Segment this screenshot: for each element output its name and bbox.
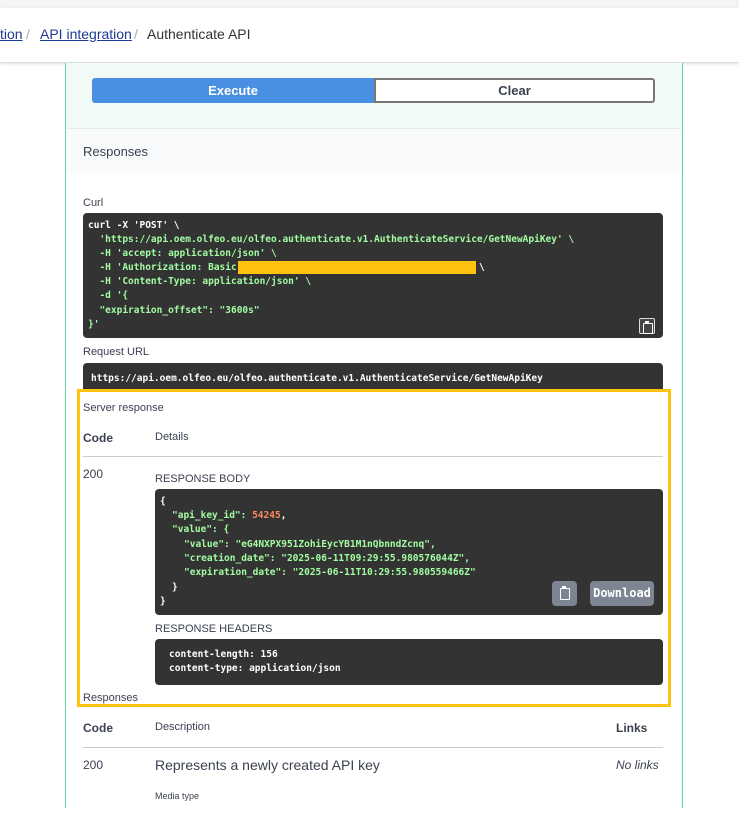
request-url-label: Request URL bbox=[83, 346, 150, 358]
copy-icon[interactable] bbox=[639, 318, 655, 334]
breadcrumb-separator: / bbox=[134, 26, 138, 42]
json-brace: } bbox=[160, 596, 166, 607]
server-response-code-header: Code bbox=[83, 431, 113, 445]
curl-line-continuation: \ bbox=[479, 262, 485, 273]
request-url-block[interactable]: https://api.oem.olfeo.eu/olfeo.authentic… bbox=[83, 363, 663, 390]
response-body-block[interactable]: { "api_key_id": 54245, "value": { "value… bbox=[155, 489, 663, 615]
server-response-label: Server response bbox=[83, 402, 164, 414]
responses-description: Represents a newly created API key bbox=[155, 757, 380, 773]
responses-header: Responses bbox=[66, 128, 681, 174]
curl-line: "expiration_offset": "3600s" bbox=[88, 305, 260, 316]
divider bbox=[83, 747, 663, 748]
responses-label: Responses bbox=[83, 692, 139, 704]
response-body-label: RESPONSE BODY bbox=[155, 473, 251, 485]
breadcrumb-item-current: Authenticate API bbox=[147, 26, 251, 42]
request-url-value: https://api.oem.olfeo.eu/olfeo.authentic… bbox=[91, 373, 543, 384]
responses-code: 200 bbox=[83, 758, 104, 772]
curl-line: -H 'Authorization: Basic bbox=[88, 262, 237, 273]
download-button[interactable]: Download bbox=[590, 581, 654, 606]
responses-code-header: Code bbox=[83, 721, 113, 735]
clear-button[interactable]: Clear bbox=[374, 78, 655, 103]
top-strip bbox=[0, 0, 739, 8]
json-brace: } bbox=[172, 582, 178, 593]
json-brace: { bbox=[160, 496, 166, 507]
json-line-api-key-id: "api_key_id": 54245, bbox=[172, 510, 287, 521]
json-line-value: "value": "eG4NXPX951ZohiEycYB1M1nQbnndZc… bbox=[184, 539, 436, 550]
responses-links-header: Links bbox=[616, 721, 648, 735]
execute-button[interactable]: Execute bbox=[92, 78, 374, 103]
header-line: content-type: application/json bbox=[169, 663, 341, 674]
curl-line: -d '{ bbox=[88, 290, 129, 301]
header-line: content-length: 156 bbox=[169, 649, 278, 660]
response-headers-block[interactable]: content-length: 156 content-type: applic… bbox=[155, 639, 663, 685]
responses-title: Responses bbox=[83, 144, 149, 159]
breadcrumb-item-api-integration[interactable]: API integration bbox=[40, 26, 132, 42]
curl-line: -H 'Content-Type: application/json' \ bbox=[88, 276, 312, 287]
redaction-mark bbox=[238, 261, 476, 274]
breadcrumb: tion / API integration / Authenticate AP… bbox=[0, 8, 739, 63]
breadcrumb-separator: / bbox=[26, 26, 30, 42]
response-code: 200 bbox=[83, 467, 104, 481]
divider bbox=[83, 456, 663, 457]
json-line-creation-date: "creation_date": "2025-06-11T09:29:55.98… bbox=[184, 553, 470, 564]
responses-links: No links bbox=[616, 758, 659, 772]
breadcrumb-item-parent[interactable]: tion bbox=[0, 26, 23, 42]
copy-icon[interactable] bbox=[552, 581, 577, 606]
execute-controls: Execute Clear bbox=[92, 78, 655, 103]
json-line-expiration-date: "expiration_date": "2025-06-11T10:29:55.… bbox=[184, 567, 476, 578]
response-headers-label: RESPONSE HEADERS bbox=[155, 623, 273, 635]
curl-line: curl -X 'POST' \ bbox=[88, 220, 180, 231]
curl-code-block[interactable]: curl -X 'POST' \ 'https://api.oem.olfeo.… bbox=[83, 213, 663, 338]
media-type-label: Media type bbox=[155, 791, 200, 801]
curl-line: }' bbox=[88, 319, 100, 330]
responses-description-header: Description bbox=[155, 721, 211, 733]
json-line-value-open: "value": { bbox=[172, 524, 230, 535]
curl-line: 'https://api.oem.olfeo.eu/olfeo.authenti… bbox=[88, 234, 575, 245]
curl-line: -H 'accept: application/json' \ bbox=[88, 248, 277, 259]
server-response-details-header: Details bbox=[155, 431, 189, 443]
curl-label: Curl bbox=[83, 197, 104, 209]
